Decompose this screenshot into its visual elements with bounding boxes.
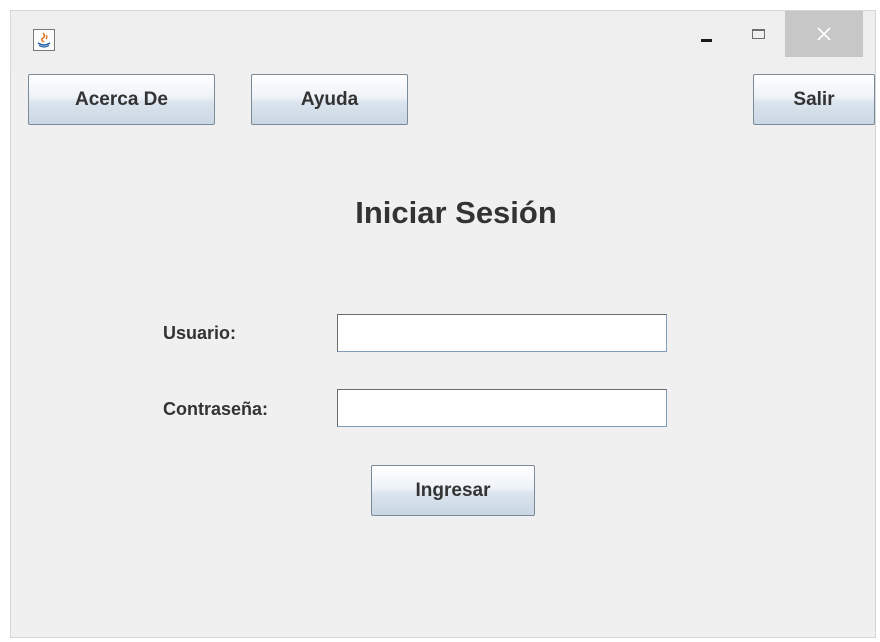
password-label: Contraseña:: [163, 399, 269, 419]
login-button[interactable]: Ingresar: [371, 465, 535, 516]
help-button[interactable]: Ayuda: [251, 74, 408, 125]
username-field[interactable]: [337, 314, 667, 352]
java-coffee-cup-icon[interactable]: [33, 29, 55, 51]
exit-button[interactable]: Salir: [753, 74, 875, 125]
username-label: Usuario:: [163, 323, 237, 343]
maximize-icon[interactable]: [739, 15, 779, 55]
close-button[interactable]: [785, 11, 863, 57]
title-bar[interactable]: [11, 11, 875, 73]
about-button[interactable]: Acerca De: [28, 74, 215, 125]
password-field[interactable]: [337, 389, 667, 427]
page-title: Iniciar Sesión: [355, 195, 557, 230]
minimize-icon[interactable]: [687, 15, 727, 55]
close-icon: [817, 27, 831, 41]
login-window: Acerca De Ayuda Salir Iniciar Sesión Usu…: [10, 10, 876, 638]
